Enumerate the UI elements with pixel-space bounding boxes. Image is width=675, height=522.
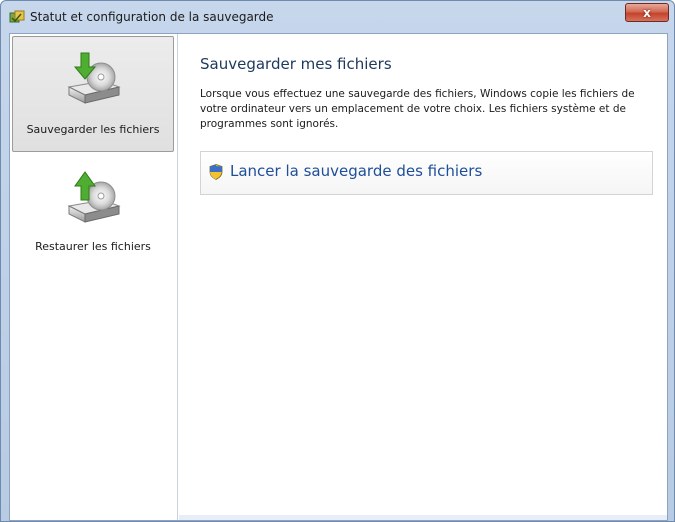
title-bar[interactable]: Statut et configuration de la sauvegarde… [1, 1, 674, 31]
close-icon: x [643, 5, 651, 20]
page-title: Sauvegarder mes fichiers [200, 55, 392, 73]
status-strip [179, 515, 667, 520]
sidebar: Sauvegarder les fichiers Restaurer les f… [10, 34, 178, 520]
backup-drive-icon [67, 52, 121, 104]
restore-drive-icon [67, 171, 121, 223]
sidebar-item-label: Restaurer les fichiers [35, 240, 151, 253]
backup-app-icon [9, 10, 25, 23]
window-title: Statut et configuration de la sauvegarde [30, 10, 274, 24]
close-button[interactable]: x [625, 3, 669, 22]
window-client-area: Sauvegarder les fichiers Restaurer les f… [9, 33, 668, 521]
uac-shield-icon [209, 164, 223, 180]
main-panel: Sauvegarder mes fichiers Lorsque vous ef… [179, 34, 667, 520]
start-backup-label: Lancer la sauvegarde des fichiers [230, 162, 483, 180]
page-description: Lorsque vous effectuez une sauvegarde de… [200, 88, 635, 130]
sidebar-item-restore[interactable]: Restaurer les fichiers [12, 156, 174, 272]
sidebar-item-backup[interactable]: Sauvegarder les fichiers [12, 36, 174, 152]
start-backup-button[interactable]: Lancer la sauvegarde des fichiers [200, 151, 653, 195]
sidebar-item-label: Sauvegarder les fichiers [26, 123, 160, 136]
backup-window: Statut et configuration de la sauvegarde… [0, 0, 675, 522]
